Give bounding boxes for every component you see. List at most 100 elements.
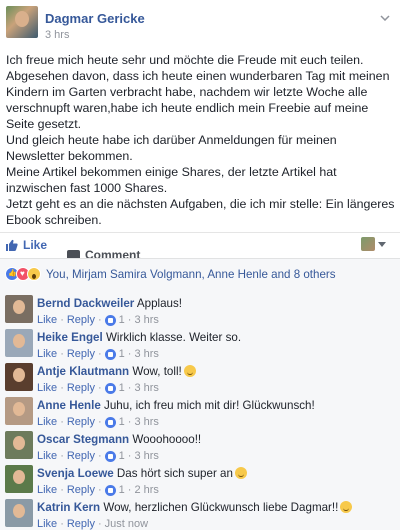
comments-panel: You, Mirjam Samira Volgmann, Anne Henle … — [0, 258, 400, 530]
comment-timestamp[interactable]: 3 hrs — [134, 450, 158, 462]
author-avatar[interactable] — [6, 6, 38, 38]
post-body: Ich freue mich heute sehr und möchte die… — [6, 52, 396, 228]
separator-dot: · — [60, 382, 64, 394]
comment-timestamp[interactable]: 3 hrs — [134, 314, 158, 326]
comment-text: Wow, toll! — [132, 365, 182, 378]
commenter-avatar[interactable] — [5, 295, 33, 323]
separator-dot: · — [97, 348, 102, 360]
comment-line: Katrin Kern Wow, herzlichen Glückwunsch … — [37, 501, 353, 514]
comment-text: Wirklich klasse. Weiter so. — [105, 331, 242, 344]
caret-down-icon — [378, 241, 386, 247]
commenter-name[interactable]: Svenja Loewe — [37, 467, 114, 480]
comment-like-count[interactable]: 1 — [119, 416, 125, 428]
comment-item: Anne Henle Juhu, ich freu mich mit dir! … — [5, 397, 395, 431]
comment-timestamp[interactable]: Just now — [105, 518, 148, 530]
reactions-summary-text[interactable]: You, Mirjam Samira Volgmann, Anne Henle … — [46, 268, 336, 281]
separator-dot: · — [127, 348, 132, 360]
like-label: Like — [23, 238, 48, 252]
comment-like-count[interactable]: 1 — [119, 348, 125, 360]
comment-like-link[interactable]: Like — [37, 416, 57, 428]
comment-timestamp[interactable]: 3 hrs — [134, 348, 158, 360]
commenter-avatar[interactable] — [5, 397, 33, 425]
comment-line: Anne Henle Juhu, ich freu mich mit dir! … — [37, 399, 315, 412]
comment-meta: Like · Reply · 1 · 3 hrs — [37, 348, 159, 360]
comment-like-link[interactable]: Like — [37, 484, 57, 496]
commenter-name[interactable]: Heike Engel — [37, 331, 103, 344]
comment-text: Applaus! — [136, 297, 183, 310]
separator-dot: · — [97, 450, 102, 462]
post-timestamp[interactable]: 3 hrs — [45, 29, 69, 41]
separator-dot: · — [97, 484, 102, 496]
separator-dot: · — [127, 450, 132, 462]
separator-dot: · — [97, 416, 102, 428]
comment-like-link[interactable]: Like — [37, 518, 57, 530]
post-header: Dagmar Gericke 3 hrs — [6, 6, 394, 42]
comment-reply-link[interactable]: Reply — [67, 518, 95, 530]
comment-text: Juhu, ich freu mich mit dir! Glückwunsch… — [104, 399, 315, 412]
comment-line: Bernd Dackweiler Applaus! — [37, 297, 182, 310]
comment-like-count[interactable]: 1 — [119, 484, 125, 496]
commenter-avatar[interactable] — [5, 465, 33, 493]
wow-reaction-icon — [27, 267, 41, 281]
commenter-name[interactable]: Katrin Kern — [37, 501, 100, 514]
separator-dot: · — [60, 518, 64, 530]
thumbs-up-icon — [6, 239, 18, 251]
comment-timestamp[interactable]: 2 hrs — [134, 484, 158, 496]
separator-dot: · — [60, 484, 64, 496]
comment-reply-link[interactable]: Reply — [67, 484, 95, 496]
comment-meta: Like · Reply · 1 · 2 hrs — [37, 484, 159, 496]
commenter-avatar[interactable] — [5, 363, 33, 391]
comment-like-link[interactable]: Like — [37, 314, 57, 326]
separator-dot: · — [127, 416, 132, 428]
comment-text: Das hört sich super an — [116, 467, 233, 480]
comment-text: Wow, herzlichen Glückwunsch liebe Dagmar… — [103, 501, 339, 514]
comment-meta: Like · Reply · 1 · 3 hrs — [37, 314, 159, 326]
audience-selector[interactable] — [361, 237, 386, 251]
commenter-avatar[interactable] — [5, 499, 33, 527]
comment-reply-link[interactable]: Reply — [67, 314, 95, 326]
comment-line: Antje Klautmann Wow, toll! — [37, 365, 196, 378]
separator-dot: · — [97, 518, 102, 530]
comment-reply-link[interactable]: Reply — [67, 348, 95, 360]
comment-like-count[interactable]: 1 — [119, 450, 125, 462]
separator-dot: · — [60, 348, 64, 360]
comment-reply-link[interactable]: Reply — [67, 382, 95, 394]
comment-timestamp[interactable]: 3 hrs — [134, 416, 158, 428]
comment-line: Svenja Loewe Das hört sich super an — [37, 467, 247, 480]
like-button[interactable]: Like — [5, 238, 47, 252]
comment-like-count[interactable]: 1 — [119, 314, 125, 326]
comment-reply-link[interactable]: Reply — [67, 450, 95, 462]
comment-item: Svenja Loewe Das hört sich super an Like ·… — [5, 465, 395, 499]
smiley-emoji-icon — [234, 467, 247, 479]
chevron-down-icon[interactable] — [380, 10, 390, 24]
comment-like-link[interactable]: Like — [37, 348, 57, 360]
comment-item: Oscar Stegmann Wooohoooo!! Like · Reply · 1 · 3… — [5, 431, 395, 465]
comment-like-count[interactable]: 1 — [119, 382, 125, 394]
separator-dot: · — [127, 382, 132, 394]
smiley-emoji-icon — [340, 501, 353, 513]
commenter-name[interactable]: Anne Henle — [37, 399, 101, 412]
comment-reply-link[interactable]: Reply — [67, 416, 95, 428]
comment-timestamp[interactable]: 3 hrs — [134, 382, 158, 394]
comment-like-link[interactable]: Like — [37, 450, 57, 462]
comment-item: Antje Klautmann Wow, toll! Like · Reply · 1 · 3… — [5, 363, 395, 397]
commenter-name[interactable]: Bernd Dackweiler — [37, 297, 134, 310]
smiley-emoji-icon — [183, 365, 196, 377]
separator-dot: · — [127, 484, 132, 496]
like-count-icon — [104, 382, 116, 394]
comment-meta: Like · Reply · Just now — [37, 518, 148, 530]
post-author-name[interactable]: Dagmar Gericke — [45, 11, 145, 26]
comment-item: Heike Engel Wirklich klasse. Weiter so. L… — [5, 329, 395, 363]
commenter-avatar[interactable] — [5, 329, 33, 357]
commenter-name[interactable]: Oscar Stegmann — [37, 433, 129, 446]
like-count-icon — [104, 484, 116, 496]
like-count-icon — [104, 416, 116, 428]
separator-dot: · — [60, 314, 64, 326]
commenter-name[interactable]: Antje Klautmann — [37, 365, 129, 378]
comment-like-link[interactable]: Like — [37, 382, 57, 394]
commenter-avatar[interactable] — [5, 431, 33, 459]
post-action-bar: Like Comment — [0, 232, 400, 264]
reactions-summary[interactable]: You, Mirjam Samira Volgmann, Anne Henle … — [5, 265, 336, 283]
comment-meta: Like · Reply · 1 · 3 hrs — [37, 450, 159, 462]
comment-item: Katrin Kern Wow, herzlichen Glückwunsch … — [5, 499, 395, 530]
